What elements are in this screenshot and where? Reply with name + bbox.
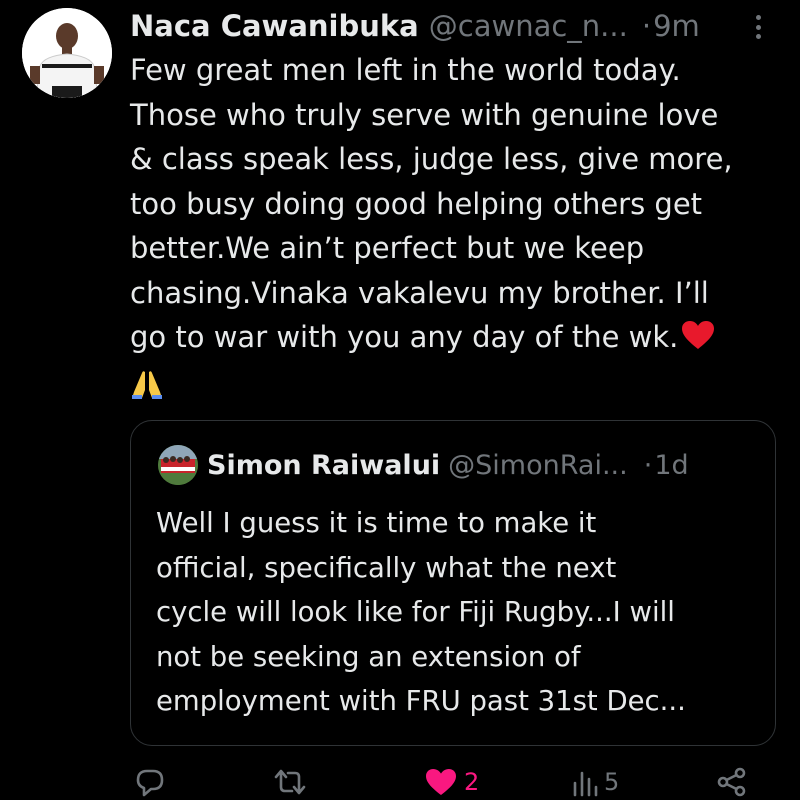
quoted-text-line: cycle will look like for Fiji Rugby...I …	[156, 596, 675, 628]
quoted-author-handle[interactable]: @SimonRai...	[448, 450, 628, 481]
quoted-tweet-header: Simon Raiwalui @SimonRai... · 1d	[207, 445, 767, 485]
reply-icon	[135, 767, 165, 797]
views-count: 5	[604, 768, 620, 796]
tweet-text-line: Few great men left in the world today.	[130, 53, 681, 87]
quoted-text-line: official, specifically what the next	[156, 551, 617, 584]
retweet-button[interactable]	[272, 764, 308, 800]
author-handle[interactable]: @cawnac_n...	[429, 9, 628, 43]
tweet-text-line: too busy doing good helping others get	[130, 186, 703, 221]
quoted-author-avatar[interactable]	[158, 445, 198, 485]
quoted-text-line: employment with FRU past 31st Dec...	[156, 685, 686, 717]
more-options-icon[interactable]	[748, 12, 768, 42]
views-icon	[572, 767, 598, 797]
quoted-text-line: not be seeking an extension of	[156, 640, 581, 673]
tweet-header: Naca Cawanibuka @cawnac_n... · 9m	[130, 4, 780, 48]
reply-button[interactable]	[135, 764, 165, 800]
quoted-author-name[interactable]: Simon Raiwalui	[207, 450, 440, 481]
quoted-tweet-timestamp[interactable]: 1d	[654, 450, 688, 481]
tweet-text-line: go to war with you any day of the wk.	[130, 320, 679, 354]
tweet-text-line: & class speak less, judge less, give mor…	[130, 142, 733, 176]
like-button[interactable]: 2	[424, 764, 479, 800]
tweet-text-line: better.We ain’t perfect but we keep	[130, 231, 645, 265]
retweet-icon	[272, 767, 308, 797]
tweet-text-line: Those who truly serve with genuine love	[130, 97, 719, 132]
tweet-text-last-line: go to war with you any day of the wk.	[130, 315, 760, 364]
share-icon	[716, 767, 748, 797]
header-separator: ·	[641, 9, 652, 43]
tweet-text-line: chasing.Vinaka vakalevu my brother. I’ll	[130, 275, 709, 310]
share-button[interactable]	[716, 764, 748, 800]
views-button[interactable]: 5	[572, 764, 619, 800]
tweet-action-bar: 2 5	[0, 764, 800, 800]
author-avatar[interactable]	[22, 8, 112, 98]
tweet-timestamp[interactable]: 9m	[653, 9, 700, 43]
tweet[interactable]: Naca Cawanibuka @cawnac_n... · 9m Few gr…	[0, 0, 800, 800]
quoted-text-line: Well I guess it is time to make it	[156, 507, 597, 539]
quoted-header-separator: ·	[643, 449, 653, 481]
quoted-tweet-text: Well I guess it is time to make it offic…	[156, 501, 756, 724]
red-heart-emoji-icon	[680, 319, 716, 364]
folded-hands-emoji-icon	[130, 368, 164, 413]
like-count: 2	[464, 768, 480, 796]
tweet-text-emoji-line	[130, 364, 760, 413]
tweet-text: Few great men left in the world today. T…	[130, 48, 760, 412]
heart-filled-icon	[424, 767, 458, 797]
quoted-tweet[interactable]: Simon Raiwalui @SimonRai... · 1d Well I …	[130, 420, 776, 746]
author-name[interactable]: Naca Cawanibuka	[130, 9, 419, 43]
